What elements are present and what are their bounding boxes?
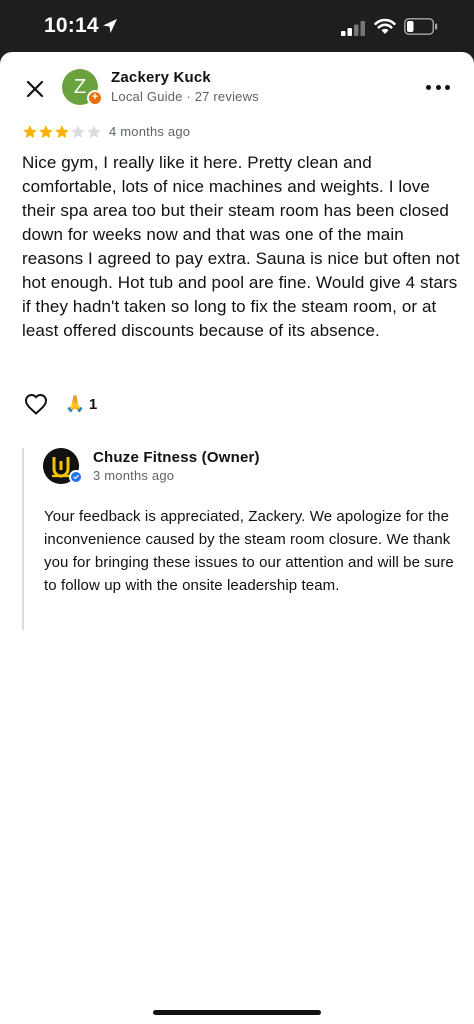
- review-text: Nice gym, I really like it here. Pretty …: [22, 153, 460, 340]
- local-guide-badge-icon: +: [87, 90, 103, 106]
- home-indicator[interactable]: [153, 1010, 321, 1015]
- owner-name[interactable]: Chuze Fitness (Owner): [93, 449, 260, 466]
- star-rating: [22, 124, 102, 140]
- battery-icon: [404, 18, 438, 35]
- praying-hands-emoji: 🙏: [65, 396, 85, 413]
- owner-response-text: Your feedback is appreciated, Zackery. W…: [44, 508, 454, 594]
- reviewer-name[interactable]: Zackery Kuck: [111, 69, 211, 86]
- more-icon-dot: [426, 84, 431, 90]
- status-bar: 10:14: [0, 0, 474, 52]
- review-date: 4 months ago: [109, 124, 191, 139]
- reaction-count: 1: [88, 395, 98, 413]
- more-options-button[interactable]: [426, 80, 450, 94]
- signal-icon: [341, 21, 365, 36]
- close-button[interactable]: [22, 76, 48, 102]
- wifi-icon: [374, 18, 396, 34]
- owner-response: Chuze Fitness (Owner) 3 months ago Your …: [22, 448, 462, 630]
- review-sheet: Z + Zackery Kuck Local Guide · 27 review…: [0, 52, 474, 1024]
- star-icon: [87, 125, 101, 138]
- star-icon: [55, 125, 69, 138]
- star-icon: [71, 125, 85, 138]
- star-icon: [23, 125, 37, 138]
- close-icon: [26, 80, 44, 98]
- reviewer-meta: Local Guide · 27 reviews: [111, 89, 259, 104]
- status-time: 10:14: [44, 14, 99, 37]
- more-icon-dot: [445, 84, 450, 90]
- heart-icon[interactable]: [24, 393, 48, 415]
- star-icon: [39, 125, 53, 138]
- more-icon-dot: [435, 84, 441, 90]
- verified-icon: [69, 470, 83, 484]
- location-arrow-icon: [103, 19, 117, 33]
- owner-response-date: 3 months ago: [93, 468, 175, 483]
- avatar-initial: Z: [73, 75, 87, 98]
- reaction-button[interactable]: 🙏 1: [65, 394, 97, 414]
